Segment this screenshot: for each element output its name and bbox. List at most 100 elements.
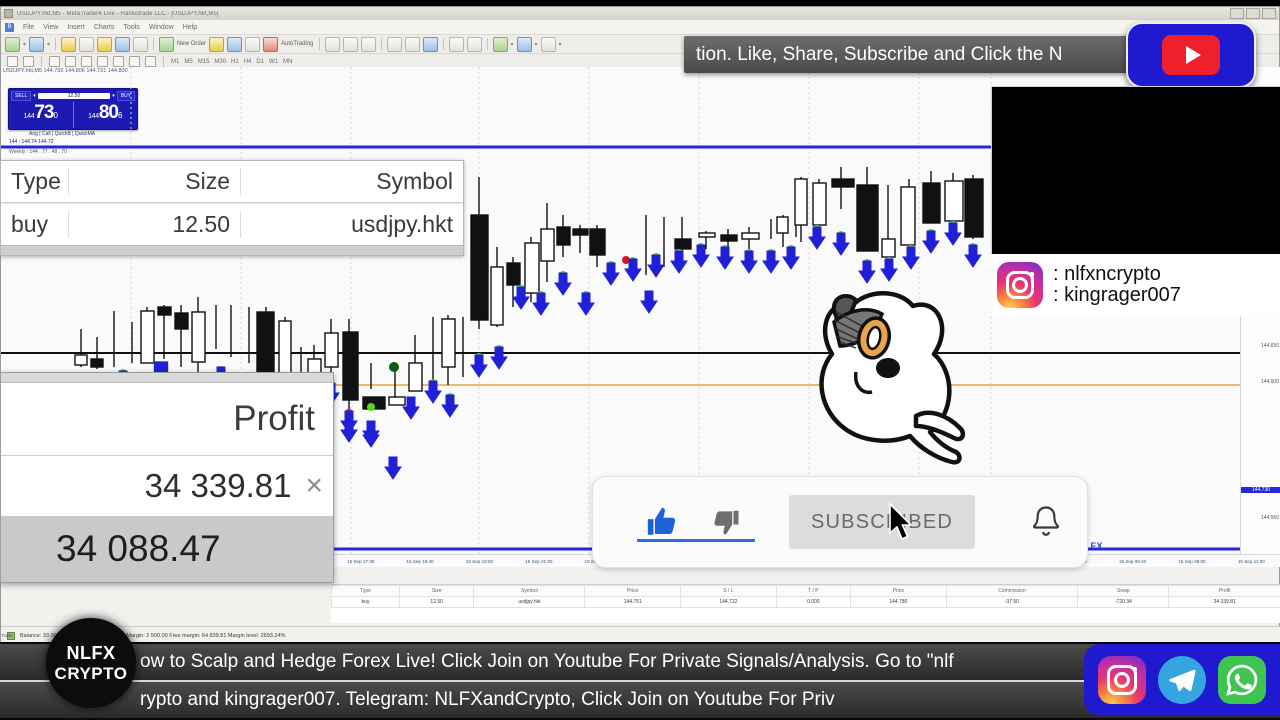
telegram-icon[interactable] (1158, 656, 1206, 704)
auto-scroll-icon[interactable] (422, 36, 438, 52)
period-m1[interactable]: M1 (171, 59, 179, 65)
mt4-logo-icon: B (5, 22, 14, 32)
th-commission[interactable]: Commission (945, 585, 1079, 597)
line-chart-icon[interactable] (360, 36, 376, 52)
whatsapp-icon[interactable] (1218, 656, 1266, 704)
fibonacci-icon[interactable] (97, 56, 108, 67)
data-window-icon[interactable] (79, 36, 95, 52)
cell-profit: 34 339.81 (1168, 596, 1280, 608)
help-icon[interactable] (245, 36, 261, 52)
metaeditor-icon[interactable] (209, 36, 225, 52)
candlestick-chart-icon[interactable] (342, 36, 358, 52)
profit-row-open: 34 339.81 × (1, 456, 333, 516)
th-price-current[interactable]: Price (850, 585, 947, 597)
ticker-text-1: ow to Scalp and Hedge Forex Live! Click … (140, 651, 954, 672)
autotrading-icon[interactable] (263, 36, 279, 52)
trendline-icon[interactable] (65, 56, 76, 67)
chart-grid-icon[interactable] (466, 36, 482, 52)
minimize-button[interactable] (1230, 8, 1244, 19)
menu-item-help[interactable]: Help (183, 24, 197, 31)
youtube-play-icon (1162, 35, 1220, 75)
close-button[interactable] (1262, 8, 1276, 19)
instagram-icon (997, 262, 1043, 308)
notification-bell-icon[interactable] (1029, 504, 1063, 540)
cursor-tool-icon[interactable] (7, 56, 18, 67)
time-tick-15: 15 Sep 11:00 (1237, 558, 1265, 564)
chart-shift-icon[interactable] (448, 36, 464, 52)
social-links-bar (1084, 644, 1280, 716)
instagram-icon[interactable] (1098, 656, 1146, 704)
thumbs-down-icon[interactable] (711, 507, 741, 537)
th-sl[interactable]: S / L (680, 585, 777, 597)
th-price-open[interactable]: Price (584, 585, 682, 597)
navigator-icon[interactable] (97, 36, 113, 52)
table-row[interactable]: buy 12.50 usdjpy.hkt 144.751 144.722 0.0… (331, 596, 1280, 608)
menu-item-window[interactable]: Window (149, 24, 174, 31)
orders-zoom-th-size: Size (69, 168, 241, 195)
logo-line-1: NLFX (66, 642, 116, 663)
templates-icon[interactable] (540, 36, 556, 52)
thumbs-up-icon[interactable] (645, 505, 679, 539)
toolbar-separator-4 (380, 38, 382, 50)
strategy-tester-icon[interactable] (133, 36, 149, 52)
period-mn[interactable]: MN (283, 59, 292, 65)
toolbar-separator-5 (442, 38, 444, 50)
arrow-tool-icon[interactable] (145, 56, 156, 67)
equidistant-channel-icon[interactable] (81, 56, 92, 67)
period-w1[interactable]: W1 (269, 59, 278, 65)
th-symbol[interactable]: Symbol (473, 585, 586, 597)
expert-advisors-icon[interactable] (227, 36, 243, 52)
terminal-icon[interactable] (115, 36, 131, 52)
youtube-subscribe-bar: SUBSCRIBED (592, 476, 1088, 568)
crosshair-tool-icon[interactable] (23, 56, 34, 67)
tab-trade[interactable]: Trade (1, 633, 13, 638)
period-h1[interactable]: H1 (231, 59, 239, 65)
th-tp[interactable]: T / P (775, 585, 852, 597)
youtube-logo-badge[interactable] (1126, 22, 1256, 88)
window-controls[interactable] (1230, 8, 1276, 19)
toolbar2-separator-2 (163, 55, 164, 68)
indicators-icon[interactable] (492, 36, 508, 52)
price-tag-level: 144.730 (1241, 487, 1280, 493)
th-size[interactable]: Size (398, 585, 475, 597)
th-swap[interactable]: Swap (1077, 585, 1170, 597)
orders-zoom-td-symbol: usdjpy.hkt (351, 211, 453, 237)
menu-item-file[interactable]: File (23, 24, 34, 31)
new-order-label[interactable]: New Order (177, 41, 206, 47)
bar-chart-icon[interactable] (324, 36, 340, 52)
menu-item-insert[interactable]: Insert (67, 24, 85, 31)
terminal-trade-table[interactable]: Type Size Symbol Price S / L T / P Price… (331, 584, 1280, 623)
th-profit[interactable]: Profit (1168, 585, 1280, 597)
new-chart-icon[interactable] (5, 36, 20, 52)
menu-bar[interactable]: B File View Insert Charts Tools Window H… (1, 20, 1279, 35)
menu-item-charts[interactable]: Charts (94, 24, 115, 31)
menu-item-tools[interactable]: Tools (123, 24, 139, 31)
zoom-in-icon[interactable] (386, 36, 402, 52)
time-tick-13: 15 Sep 08:40 (1118, 558, 1147, 564)
profiles-icon[interactable] (29, 36, 45, 52)
period-m30[interactable]: M30 (214, 59, 226, 65)
new-order-icon[interactable] (159, 36, 175, 52)
cell-swap: -720.34 (1077, 596, 1170, 608)
market-watch-icon[interactable] (61, 36, 77, 52)
period-d1[interactable]: D1 (256, 59, 264, 65)
price-tick-7: 144.600 (1260, 379, 1279, 385)
period-m15[interactable]: M15 (198, 59, 210, 65)
cell-price-open: 144.751 (584, 596, 682, 608)
menu-item-view[interactable]: View (43, 24, 58, 31)
text-tool-icon[interactable] (113, 56, 124, 67)
period-m5[interactable]: M5 (184, 59, 192, 65)
autotrading-label[interactable]: AutoTrading (281, 41, 313, 47)
video-preview-box (991, 86, 1280, 256)
period-h4[interactable]: H4 (244, 59, 252, 65)
horizontal-line-icon[interactable] (49, 56, 60, 67)
periods-icon[interactable] (516, 36, 532, 52)
zoom-out-icon[interactable] (404, 36, 420, 52)
orders-zoom-scrollbar[interactable] (1, 245, 463, 255)
th-type[interactable]: Type (331, 585, 400, 597)
maximize-button[interactable] (1246, 8, 1260, 19)
subscribed-button[interactable]: SUBSCRIBED (789, 495, 975, 549)
dropdown-dot-4: ▾ (534, 41, 538, 48)
close-icon[interactable]: × (305, 469, 323, 503)
label-tool-icon[interactable] (129, 56, 140, 67)
